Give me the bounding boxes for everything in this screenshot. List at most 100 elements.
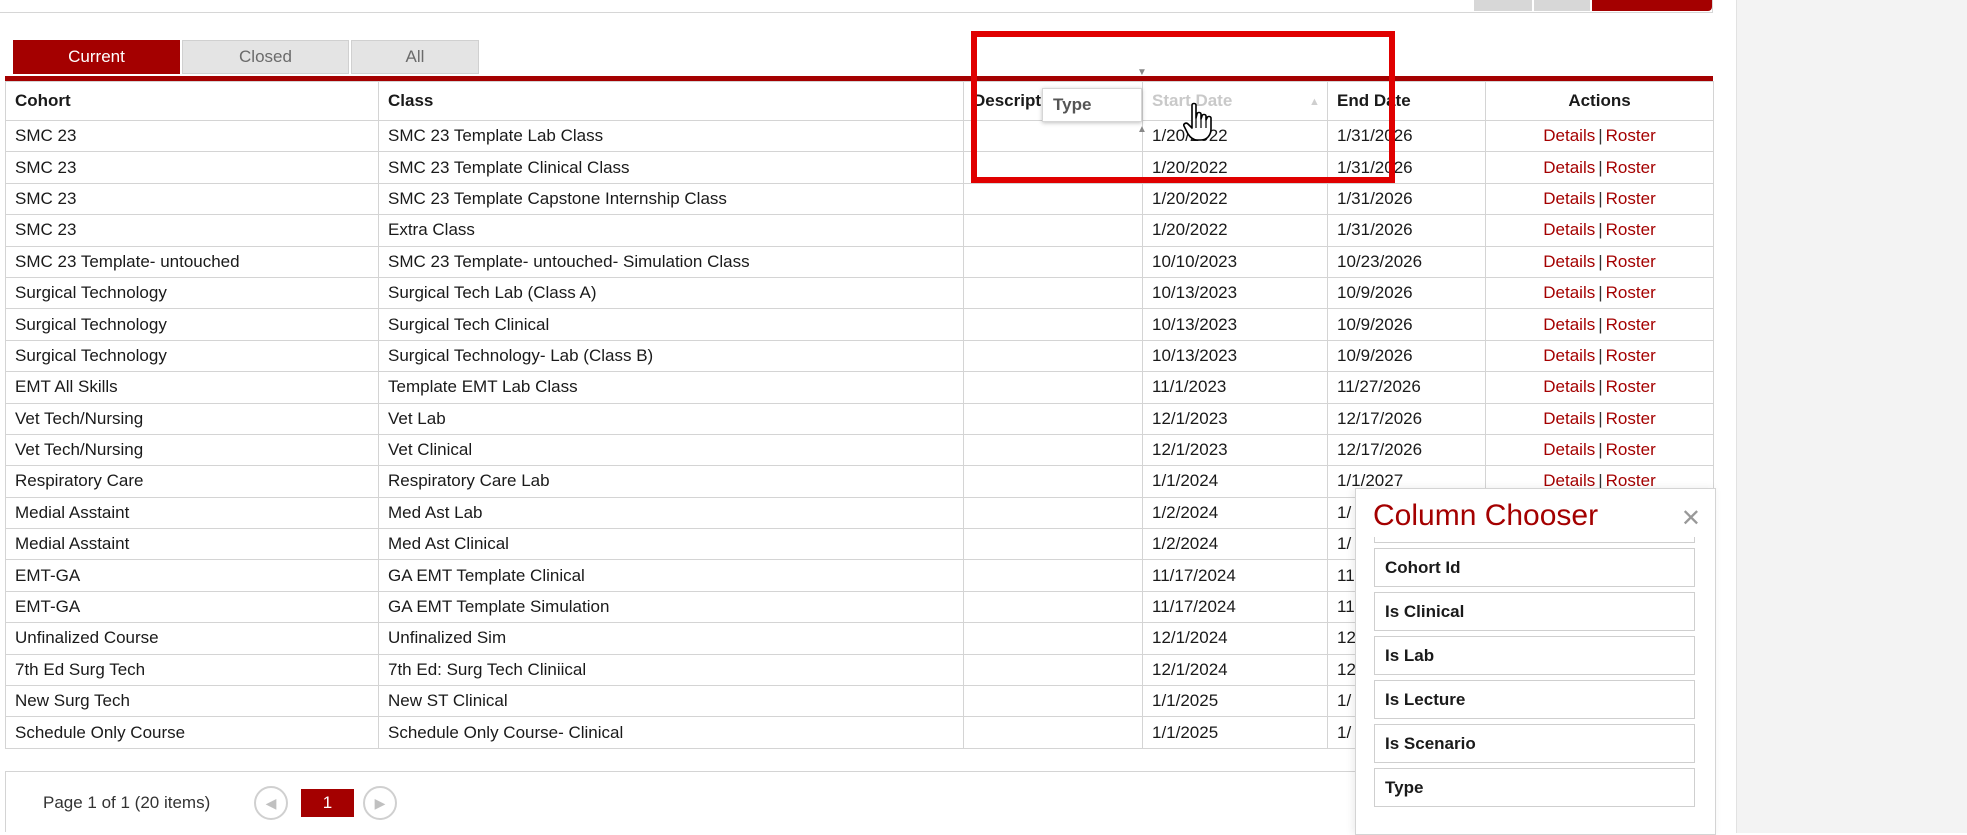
- class-cell: Med Ast Lab: [378, 496, 964, 530]
- close-icon[interactable]: ✕: [1681, 507, 1701, 531]
- tab-current[interactable]: Current: [13, 40, 180, 74]
- start-date-cell: 12/1/2024: [1142, 622, 1328, 655]
- start-date-cell: 10/10/2023: [1142, 245, 1328, 278]
- roster-link[interactable]: Roster: [1606, 315, 1656, 334]
- column-chooser-item[interactable]: Class Id: [1374, 537, 1695, 543]
- table-row[interactable]: Vet Tech/Nursing Vet Lab 12/1/2023 12/17/20…: [5, 402, 1714, 435]
- roster-link[interactable]: Roster: [1606, 409, 1656, 428]
- roster-link[interactable]: Roster: [1606, 346, 1656, 365]
- class-cell: Surgical Tech Clinical: [378, 308, 964, 341]
- actions-cell: Details|Roster: [1485, 276, 1714, 310]
- tab-closed[interactable]: Closed: [182, 40, 349, 74]
- link-separator: |: [1598, 408, 1603, 428]
- start-date-cell: 10/13/2023: [1142, 339, 1328, 373]
- roster-link[interactable]: Roster: [1606, 126, 1656, 145]
- start-date-cell: 12/1/2023: [1142, 433, 1328, 467]
- start-date-cell: 12/1/2023: [1142, 402, 1328, 435]
- table-row[interactable]: Vet Tech/Nursing Vet Clinical 12/1/2023 12/…: [5, 433, 1714, 467]
- link-separator: |: [1598, 377, 1603, 397]
- start-date-cell: 1/2/2024: [1142, 496, 1328, 530]
- top-toolbar: [0, 0, 1713, 13]
- details-link[interactable]: Details: [1543, 377, 1595, 396]
- class-cell: GA EMT Template Simulation: [378, 590, 964, 624]
- start-date-cell: 11/17/2024: [1142, 590, 1328, 624]
- actions-cell: Details|Roster: [1485, 339, 1714, 373]
- table-row[interactable]: Surgical Technology Surgical Tech Lab (Cl…: [5, 276, 1714, 310]
- column-header-class[interactable]: Class: [378, 81, 964, 121]
- link-separator: |: [1598, 440, 1603, 460]
- table-row[interactable]: Surgical Technology Surgical Technology- …: [5, 339, 1714, 373]
- pager-info: Page 1 of 1 (20 items): [43, 793, 211, 812]
- cohort-cell: Unfinalized Course: [5, 622, 379, 655]
- class-cell: SMC 23 Template Capstone Internship Clas…: [378, 182, 964, 216]
- table-row[interactable]: SMC 23SMC 23 Template Lab Class1/20/2022…: [5, 119, 1714, 153]
- table-row[interactable]: SMC 23 Template- untouched SMC 23 Templat…: [5, 245, 1714, 278]
- column-chooser-item[interactable]: Type: [1374, 768, 1695, 807]
- cohort-cell: Vet Tech/Nursing: [5, 433, 379, 467]
- table-row[interactable]: Surgical Technology Surgical Tech Clinica…: [5, 308, 1714, 341]
- details-link[interactable]: Details: [1543, 189, 1595, 208]
- table-row[interactable]: SMC 23 SMC 23 Template Clinical Class 1/20…: [5, 151, 1714, 184]
- prev-page-button[interactable]: ◀: [254, 786, 288, 820]
- details-link[interactable]: Details: [1543, 126, 1595, 145]
- cohort-cell: Surgical Technology: [5, 276, 379, 310]
- table-row[interactable]: SMC 23 Extra Class 1/20/2022 1/31/2026 Detai…: [5, 214, 1714, 247]
- details-link[interactable]: Details: [1543, 440, 1595, 459]
- column-chooser-item[interactable]: Is Clinical: [1374, 592, 1695, 631]
- roster-link[interactable]: Roster: [1606, 220, 1656, 239]
- class-cell: SMC 23 Template- untouched- Simulation C…: [378, 245, 964, 278]
- toolbar-button-1[interactable]: [1474, 0, 1532, 11]
- details-link[interactable]: Details: [1543, 409, 1595, 428]
- column-chooser-item[interactable]: Is Lecture: [1374, 680, 1695, 719]
- status-tabs: Current Closed All: [13, 40, 479, 75]
- description-cell: [963, 465, 1143, 498]
- roster-link[interactable]: Roster: [1606, 252, 1656, 271]
- class-cell: New ST Clinical: [378, 685, 964, 718]
- table-row[interactable]: EMT All Skills Template EMT Lab Class 11/1…: [5, 371, 1714, 404]
- class-cell: 7th Ed: Surg Tech Cliniical: [378, 653, 964, 687]
- description-cell: [963, 371, 1143, 404]
- description-cell: [963, 622, 1143, 655]
- cohort-cell: Vet Tech/Nursing: [5, 402, 379, 435]
- actions-cell: Details|Roster: [1485, 371, 1714, 404]
- details-link[interactable]: Details: [1543, 346, 1595, 365]
- roster-link[interactable]: Roster: [1606, 189, 1656, 208]
- tab-all[interactable]: All: [351, 40, 479, 74]
- actions-cell: Details|Roster: [1485, 214, 1714, 247]
- column-header-cohort[interactable]: Cohort: [5, 81, 379, 121]
- start-date-cell: 1/1/2025: [1142, 716, 1328, 749]
- column-chooser-item[interactable]: Is Lab: [1374, 636, 1695, 675]
- cohort-cell: New Surg Tech: [5, 685, 379, 718]
- cohort-cell: 7th Ed Surg Tech: [5, 653, 379, 687]
- table-row[interactable]: SMC 23 SMC 23 Template Capstone Internshi…: [5, 182, 1714, 216]
- cohort-cell: Surgical Technology: [5, 339, 379, 373]
- page-button-current[interactable]: 1: [301, 789, 354, 817]
- end-date-cell: 10/23/2026: [1327, 245, 1486, 278]
- end-date-cell: 10/9/2026: [1327, 339, 1486, 373]
- toolbar-primary-button[interactable]: [1592, 0, 1712, 11]
- next-page-button[interactable]: ▶: [363, 786, 397, 820]
- details-link[interactable]: Details: [1543, 283, 1595, 302]
- details-link[interactable]: Details: [1543, 252, 1595, 271]
- roster-link[interactable]: Roster: [1606, 158, 1656, 177]
- column-chooser-item[interactable]: Cohort Id: [1374, 548, 1695, 587]
- class-cell: Schedule Only Course- Clinical: [378, 716, 964, 749]
- start-date-cell: 12/1/2024: [1142, 653, 1328, 687]
- toolbar-button-2[interactable]: [1534, 0, 1590, 11]
- class-cell: SMC 23 Template Clinical Class: [378, 151, 964, 184]
- class-cell: Surgical Tech Lab (Class A): [378, 276, 964, 310]
- description-cell: [963, 182, 1143, 216]
- description-cell: [963, 245, 1143, 278]
- cohort-cell: EMT-GA: [5, 559, 379, 592]
- details-link[interactable]: Details: [1543, 220, 1595, 239]
- link-separator: |: [1598, 345, 1603, 365]
- start-date-cell: 10/13/2023: [1142, 276, 1328, 310]
- grid-header-row: Cohort Class Descripti Start Date End Da…: [5, 81, 1714, 121]
- description-cell: [963, 590, 1143, 624]
- roster-link[interactable]: Roster: [1606, 377, 1656, 396]
- column-chooser-item[interactable]: Is Scenario: [1374, 724, 1695, 763]
- details-link[interactable]: Details: [1543, 315, 1595, 334]
- roster-link[interactable]: Roster: [1606, 440, 1656, 459]
- roster-link[interactable]: Roster: [1606, 283, 1656, 302]
- details-link[interactable]: Details: [1543, 158, 1595, 177]
